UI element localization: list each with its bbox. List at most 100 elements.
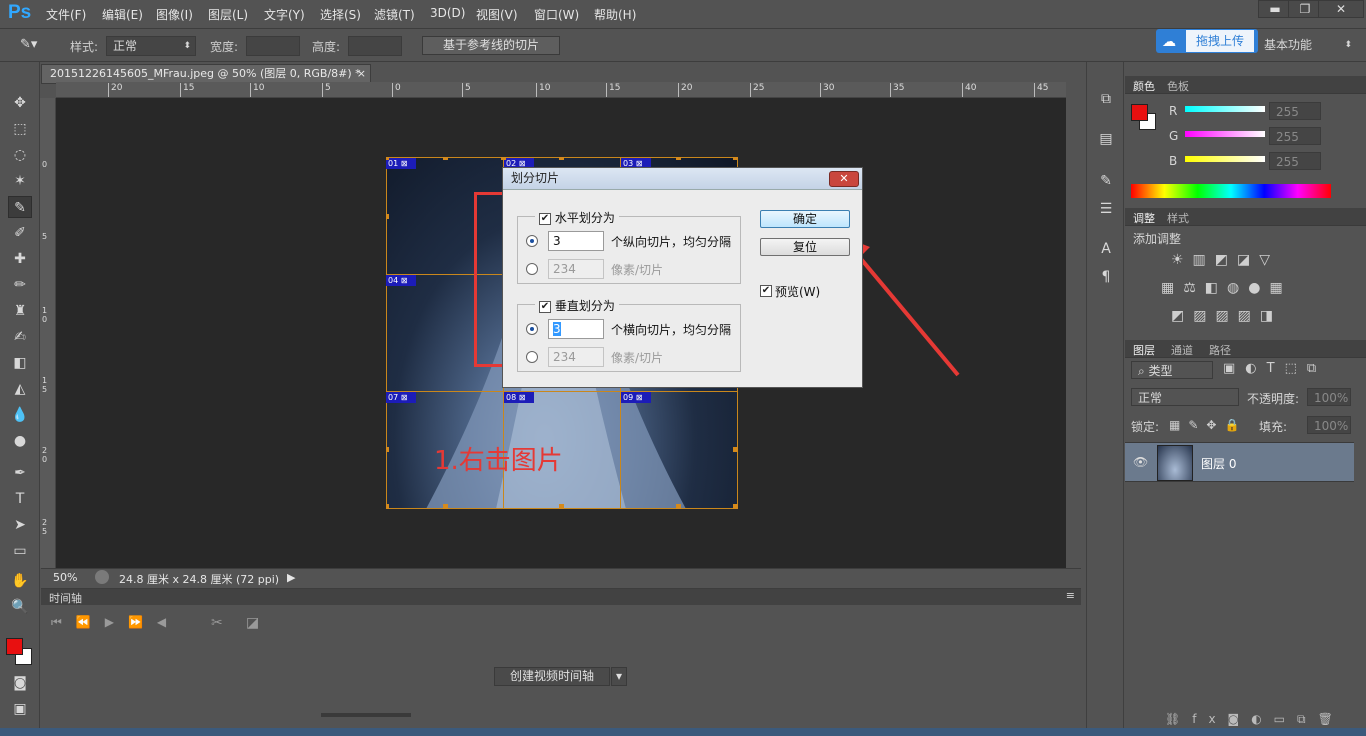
width-input[interactable]: [246, 36, 300, 56]
r-value[interactable]: 255: [1269, 102, 1321, 120]
zoom-level[interactable]: 50%: [53, 571, 77, 584]
stamp-tool-icon[interactable]: ♜: [8, 300, 32, 322]
slice-handle[interactable]: [733, 157, 738, 160]
minimize-button[interactable]: ▬: [1258, 0, 1292, 18]
zoom-tool-icon[interactable]: 🔍: [8, 596, 32, 618]
tab-layers[interactable]: 图层: [1133, 342, 1155, 358]
document-tab[interactable]: 20151226145605_MFrau.jpeg @ 50% (图层 0, R…: [41, 64, 371, 84]
g-slider[interactable]: [1185, 131, 1265, 137]
horizontal-count-radio[interactable]: [526, 235, 538, 247]
ok-button[interactable]: 确定: [760, 210, 850, 228]
upload-widget[interactable]: ☁ 拖拽上传: [1156, 29, 1258, 53]
slice-handle[interactable]: [676, 504, 681, 509]
preview-checkbox[interactable]: ✔: [760, 285, 772, 297]
screen-mode-icon[interactable]: ▣: [8, 698, 32, 720]
tab-paths[interactable]: 路径: [1209, 342, 1231, 358]
paint-bucket-tool-icon[interactable]: ◭: [8, 378, 32, 400]
history-brush-tool-icon[interactable]: ✍: [8, 326, 32, 348]
blend-mode-select[interactable]: 正常: [1131, 388, 1239, 406]
lasso-tool-icon[interactable]: ◌: [8, 144, 32, 166]
menu-item[interactable]: 窗口(W): [534, 6, 579, 23]
close-button[interactable]: ✕: [1318, 0, 1364, 18]
slice-handle[interactable]: [733, 504, 738, 509]
lock-icons[interactable]: ▦✎✥🔒: [1169, 418, 1247, 432]
slice-handle[interactable]: [733, 447, 738, 452]
tab-swatches[interactable]: 色板: [1167, 78, 1189, 94]
menu-item[interactable]: 帮助(H): [594, 6, 636, 23]
slice-handle[interactable]: [676, 157, 681, 160]
adjustment-icons-row-1[interactable]: ☀▥◩◪▽: [1171, 252, 1279, 268]
workspace-select[interactable]: 基本功能 ⬍: [1258, 36, 1356, 56]
brush-presets-icon[interactable]: ✎: [1094, 170, 1118, 192]
horizontal-count-input[interactable]: 3: [548, 231, 604, 251]
layer-footer-icons[interactable]: ⛓fx◙◐▭⧉🗑: [1165, 712, 1345, 727]
menu-item[interactable]: 滤镜(T): [374, 6, 415, 23]
quick-mask-icon[interactable]: ◙: [8, 672, 32, 694]
brush-tool-icon[interactable]: ✏: [8, 274, 32, 296]
character-icon[interactable]: A: [1094, 238, 1118, 260]
eye-icon[interactable]: 👁: [1133, 455, 1148, 469]
paragraph-icon[interactable]: ¶: [1094, 266, 1118, 288]
b-slider[interactable]: [1185, 156, 1265, 162]
slice-handle[interactable]: [559, 157, 564, 160]
blur-tool-icon[interactable]: 💧: [8, 404, 32, 426]
reset-button[interactable]: 复位: [760, 238, 850, 256]
adjustment-icons-row-3[interactable]: ◩▨▨▨◨: [1171, 308, 1282, 324]
panel-menu-icon[interactable]: ≡: [1066, 589, 1075, 602]
menu-item[interactable]: 文件(F): [46, 6, 86, 23]
path-selection-tool-icon[interactable]: ➤: [8, 514, 32, 536]
color-spectrum[interactable]: [1131, 184, 1331, 198]
status-menu-arrow-icon[interactable]: ▶: [287, 571, 295, 584]
menu-item[interactable]: 3D(D): [430, 6, 465, 20]
hand-tool-icon[interactable]: ✋: [8, 570, 32, 592]
style-select[interactable]: 正常 ⬍: [106, 36, 196, 56]
color-foreground-swatch[interactable]: [1131, 104, 1148, 121]
eyedropper-tool-icon[interactable]: ✐: [8, 222, 32, 244]
timeline-dropdown-icon[interactable]: ▾: [611, 667, 627, 686]
fill-value[interactable]: 100%: [1307, 416, 1351, 434]
slice-handle[interactable]: [443, 157, 448, 160]
menu-item[interactable]: 视图(V): [476, 6, 518, 23]
foreground-color-swatch[interactable]: [6, 638, 23, 655]
slice-handle[interactable]: [443, 504, 448, 509]
slice-handle[interactable]: [386, 157, 389, 160]
dodge-tool-icon[interactable]: ●: [8, 430, 32, 452]
timeline-zoom-slider[interactable]: [321, 713, 411, 717]
layer-filter-icons[interactable]: ▣◐T⬚⧉: [1223, 361, 1326, 376]
g-value[interactable]: 255: [1269, 127, 1321, 145]
marquee-tool-icon[interactable]: ⬚: [8, 118, 32, 140]
playback-controls[interactable]: ⏮⏪▶⏩◀: [51, 615, 180, 630]
magic-wand-tool-icon[interactable]: ✶: [8, 170, 32, 192]
menu-item[interactable]: 图层(L): [208, 6, 248, 23]
adjustment-icons-row-2[interactable]: ▦⚖◧◍●▦: [1161, 280, 1292, 296]
slice-handle[interactable]: [386, 214, 389, 219]
menu-item[interactable]: 选择(S): [320, 6, 361, 23]
info-icon[interactable]: ▤: [1094, 128, 1118, 150]
slice-handle[interactable]: [501, 157, 506, 160]
slices-from-guides-button[interactable]: 基于参考线的切片: [422, 36, 560, 55]
layer-row[interactable]: 👁 图层 0: [1125, 442, 1354, 482]
properties-icon[interactable]: ☰: [1094, 198, 1118, 220]
horizontal-px-input[interactable]: 234: [548, 259, 604, 279]
slice-handle[interactable]: [386, 504, 389, 509]
tab-color[interactable]: 颜色: [1133, 78, 1155, 94]
horizontal-px-radio[interactable]: [526, 263, 538, 275]
history-icon[interactable]: ⧉: [1094, 88, 1118, 110]
slice-tool-icon[interactable]: ✎: [8, 196, 32, 218]
tab-channels[interactable]: 通道: [1171, 342, 1193, 358]
vertical-px-radio[interactable]: [526, 351, 538, 363]
opacity-value[interactable]: 100%: [1307, 388, 1351, 406]
r-slider[interactable]: [1185, 106, 1265, 112]
transition-icon[interactable]: ◪: [246, 615, 259, 631]
dialog-close-button[interactable]: ✕: [829, 171, 859, 187]
layer-kind-filter[interactable]: ⌕ 类型: [1131, 361, 1213, 379]
tab-styles[interactable]: 样式: [1167, 210, 1189, 226]
vertical-count-input[interactable]: 3: [548, 319, 604, 339]
create-video-timeline-button[interactable]: 创建视频时间轴: [494, 667, 610, 686]
menu-item[interactable]: 文字(Y): [264, 6, 305, 23]
rectangle-tool-icon[interactable]: ▭: [8, 540, 32, 562]
scissors-icon[interactable]: ✂: [211, 615, 223, 631]
vertical-checkbox[interactable]: ✔: [539, 300, 551, 313]
healing-brush-tool-icon[interactable]: ✚: [8, 248, 32, 270]
b-value[interactable]: 255: [1269, 152, 1321, 170]
